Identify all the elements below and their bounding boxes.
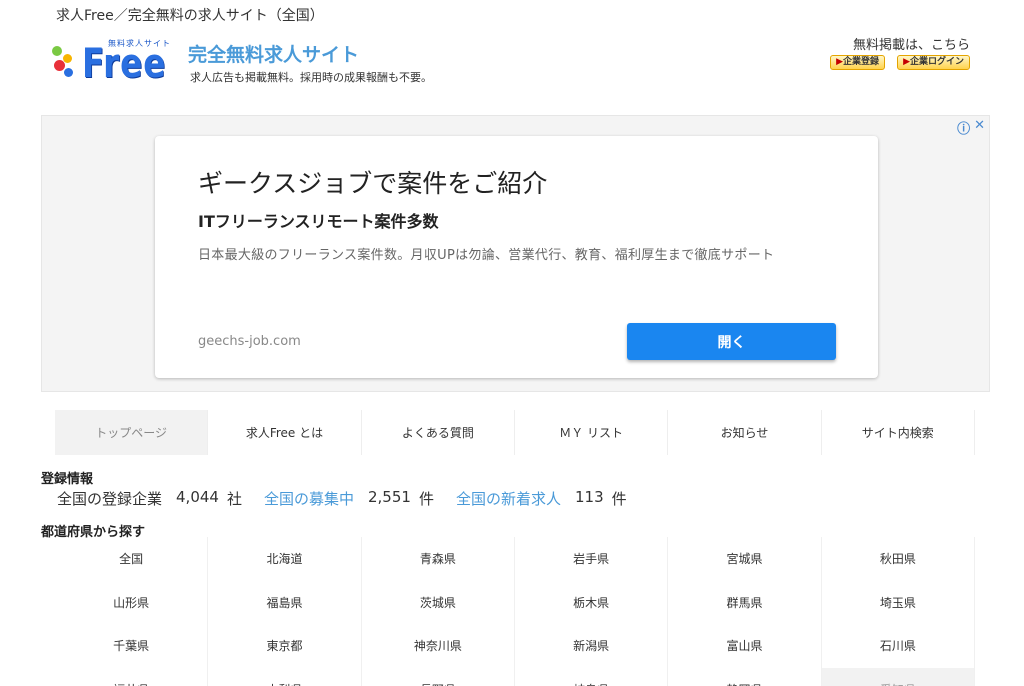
ad-headline[interactable]: ギークスジョブで案件をご紹介 [198, 164, 547, 200]
prefecture-link[interactable]: 山形県 [55, 580, 209, 624]
prefecture-link[interactable]: 茨城県 [362, 580, 515, 624]
close-icon[interactable]: ✕ [974, 118, 985, 137]
new-jobs-link[interactable]: 全国の新着求人 [456, 488, 561, 509]
nav-item-site-search[interactable]: サイト内検索 [822, 410, 975, 455]
site-name: 完全無料求人サイト [188, 44, 360, 66]
prefecture-link[interactable]: 岐阜県 [515, 667, 669, 686]
info-icon[interactable]: ⓘ [957, 118, 970, 137]
recruiting-unit: 件 [418, 490, 434, 508]
ad-domain[interactable]: geechs-job.com [198, 334, 301, 349]
nav-item-my-list[interactable]: ＭＹ リスト [515, 410, 669, 455]
prefecture-link[interactable]: 東京都 [208, 624, 362, 668]
recruiting-count: 2,551 [368, 488, 411, 506]
prefecture-link[interactable]: 新潟県 [515, 624, 669, 668]
companies-count: 4,044 [176, 488, 219, 506]
prefecture-link[interactable]: 全国 [55, 537, 209, 581]
prefecture-link[interactable]: 栃木県 [515, 580, 669, 624]
ad-subhead: ITフリーランスリモート案件多数 [198, 212, 439, 231]
prefecture-link[interactable]: 富山県 [668, 624, 822, 668]
company-links: 無料掲載は、こちら ▶企業登録 ▶企業ログイン [830, 34, 970, 70]
prefecture-link[interactable]: 神奈川県 [362, 624, 515, 668]
ad-open-button[interactable]: 開く [627, 323, 836, 360]
prefecture-link[interactable]: 千葉県 [55, 624, 209, 668]
company-login-button[interactable]: ▶企業ログイン [897, 55, 970, 70]
nav-item-news[interactable]: お知らせ [668, 410, 822, 455]
company-register-button[interactable]: ▶企業登録 [830, 55, 886, 70]
prefecture-link[interactable]: 福井県 [55, 667, 209, 686]
prefecture-link[interactable]: 宮城県 [668, 537, 822, 581]
prefecture-link[interactable]: 秋田県 [822, 537, 975, 581]
prefecture-grid: 全国 北海道 青森県 岩手県 宮城県 秋田県山形県 福島県 茨城県 栃木県 群馬県 埼玉県千葉県 東京… [55, 537, 975, 686]
prefecture-link[interactable]: 北海道 [208, 537, 362, 581]
company-login-label: 企業ログイン [909, 57, 964, 67]
prefecture-link[interactable]: 福島県 [208, 580, 362, 624]
ad-controls: ⓘ ✕ [957, 118, 985, 137]
company-register-label: 企業登録 [843, 57, 880, 67]
site-logo[interactable]: 無料求人サイト Free [50, 38, 180, 86]
prefecture-link[interactable]: 青森県 [362, 537, 515, 581]
ad-card[interactable]: ギークスジョブで案件をご紹介 ITフリーランスリモート案件多数 日本最大級のフリ… [155, 136, 878, 378]
prefecture-link[interactable]: 山梨県 [208, 667, 362, 686]
main-nav: トップページ 求人Free とは よくある質問 ＭＹ リスト お知らせ サイト内… [55, 410, 975, 455]
prefecture-link[interactable]: 岩手県 [515, 537, 669, 581]
free-post-text: 無料掲載は、こちら [852, 38, 970, 53]
companies-unit: 社 [226, 490, 242, 508]
nav-item-faq[interactable]: よくある質問 [362, 410, 515, 455]
companies-label: 全国の登録企業 [57, 490, 163, 508]
prefecture-link[interactable]: 石川県 [822, 624, 975, 668]
arrow-right-icon: ▶ [836, 57, 844, 67]
site-description: 求人広告も掲載無料。採用時の成果報酬も不要。 [190, 71, 432, 84]
prefecture-link[interactable]: 静岡県 [668, 667, 822, 686]
site-tagline: 求人Free／完全無料の求人サイト（全国） [56, 8, 324, 24]
new-jobs-unit: 件 [611, 490, 627, 508]
logo-dots-icon [50, 42, 80, 82]
prefecture-link[interactable]: 愛知県 [821, 667, 975, 686]
new-jobs-count: 113 [574, 488, 604, 506]
prefecture-link[interactable]: 埼玉県 [822, 580, 975, 624]
logo-word: Free [82, 41, 167, 87]
nav-item-about[interactable]: 求人Free とは [208, 410, 362, 455]
arrow-right-icon: ▶ [903, 57, 910, 67]
ad-banner: ⓘ ✕ ギークスジョブで案件をご紹介 ITフリーランスリモート案件多数 日本最大… [41, 115, 990, 392]
recruiting-link[interactable]: 全国の募集中 [264, 488, 354, 509]
prefecture-link[interactable]: 群馬県 [668, 580, 822, 624]
registration-title: 登録情報 [41, 472, 94, 487]
prefecture-link[interactable]: 長野県 [362, 667, 515, 686]
registration-stats: 全国の登録企業 4,044 社 全国の募集中 2,551 件 全国の新着求人 1… [57, 488, 649, 509]
nav-item-top[interactable]: トップページ [55, 410, 209, 455]
ad-body: 日本最大級のフリーランス案件数。月収UPは勿論、営業代行、教育、福利厚生まで徹底… [198, 248, 775, 263]
